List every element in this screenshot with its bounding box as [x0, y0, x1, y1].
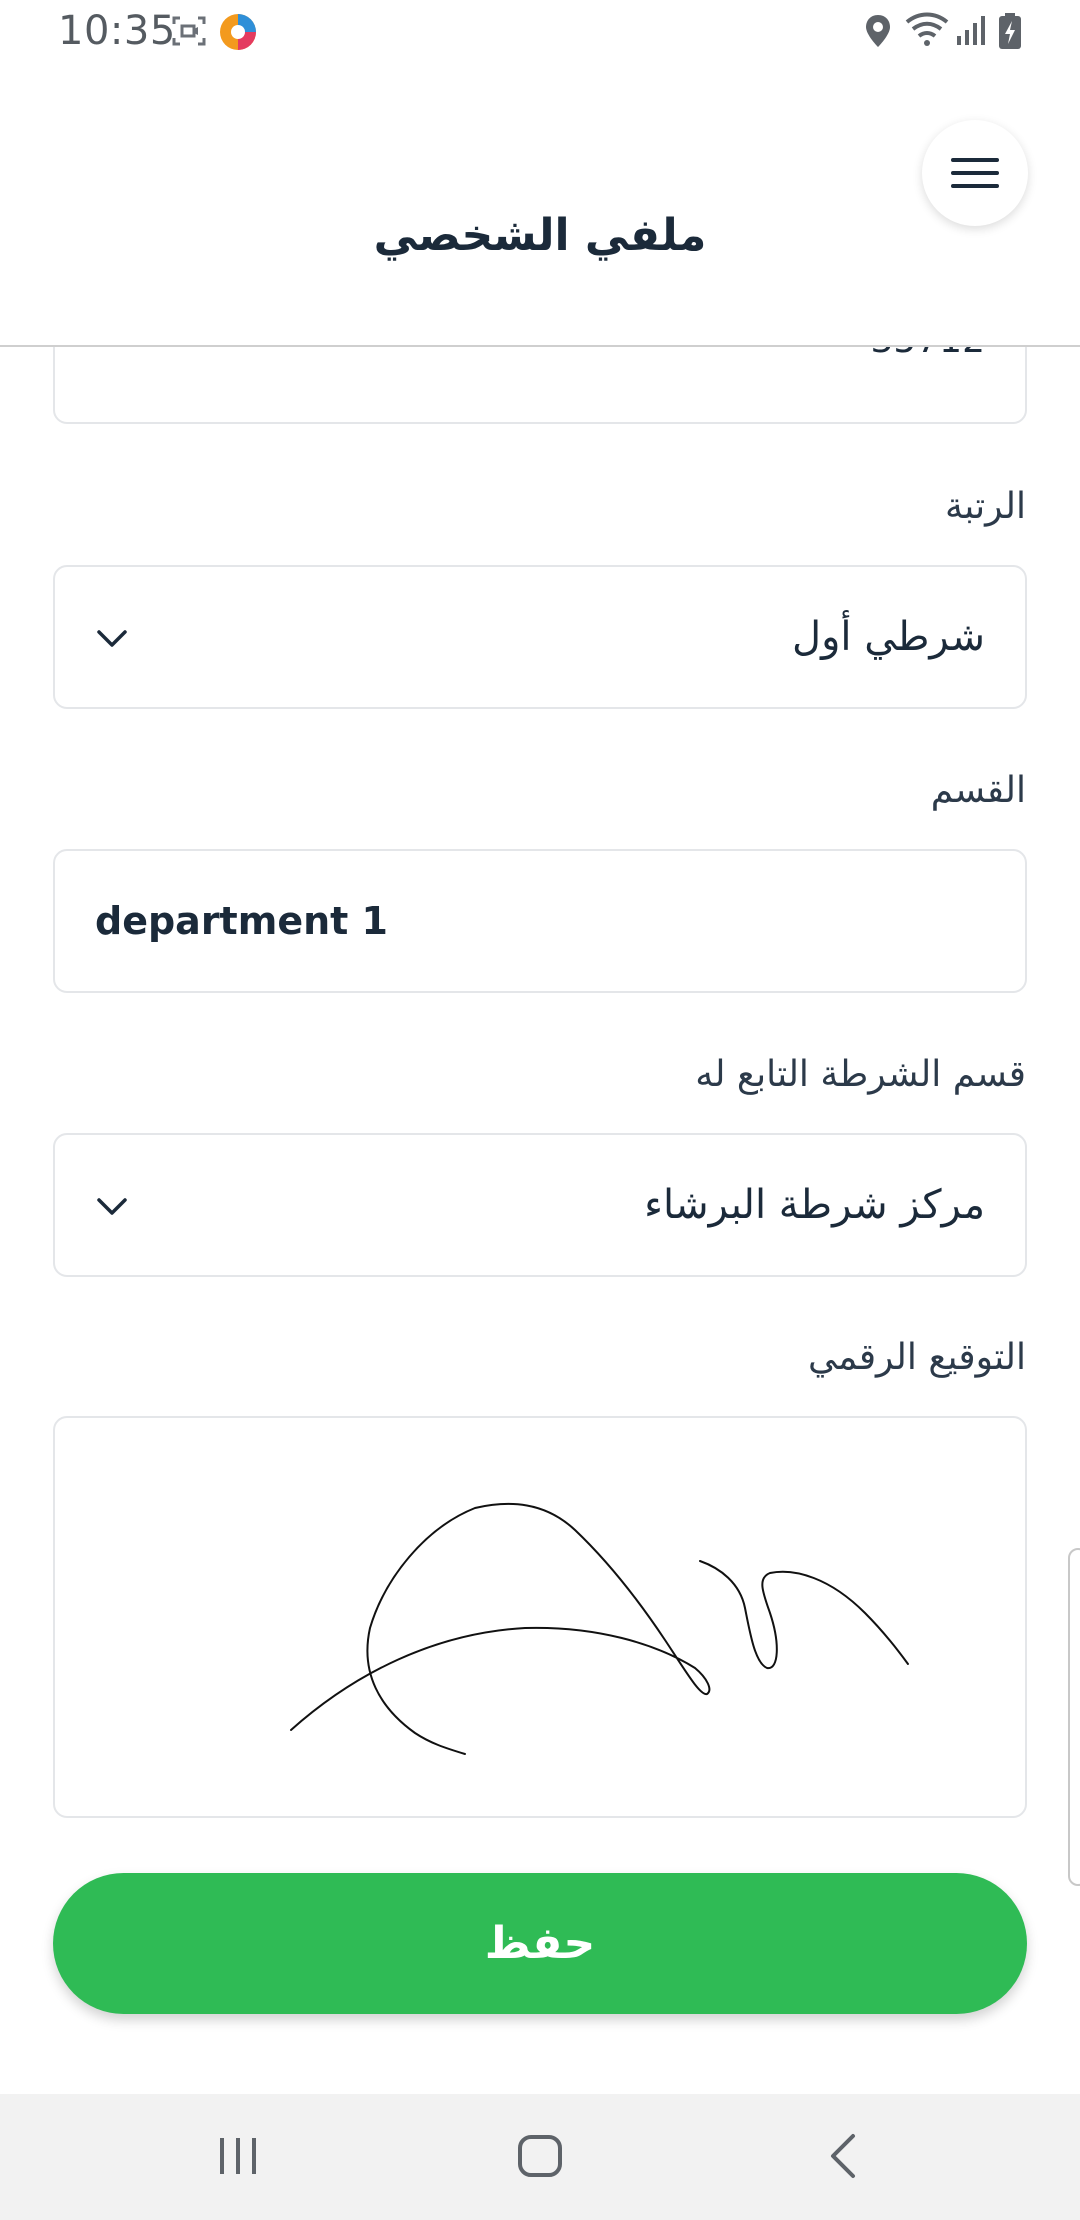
department-value: department 1 — [95, 899, 388, 943]
police-station-select[interactable]: مركز شرطة البرشاء — [53, 1133, 1027, 1277]
police-station-value: مركز شرطة البرشاء — [644, 1182, 985, 1228]
chevron-down-icon — [97, 630, 127, 647]
rank-label: الرتبة — [944, 486, 1026, 527]
page-title: ملفي الشخصي — [373, 210, 707, 261]
home-icon[interactable] — [515, 2124, 565, 2188]
signal-icon — [957, 16, 985, 45]
chevron-down-icon — [97, 1198, 127, 1215]
hamburger-menu-icon — [951, 158, 999, 162]
app-header: ملفي الشخصي — [0, 64, 1080, 347]
app-logo-icon — [220, 14, 256, 50]
wifi-icon — [905, 12, 949, 46]
signature-drawing — [290, 1503, 909, 1755]
hamburger-menu-icon-line — [951, 171, 999, 175]
screen: 10:35 ملفي الشخصي الرتبة شرطي أول القسم … — [0, 0, 1080, 2220]
rank-value: شرطي أول — [792, 614, 985, 660]
rank-select[interactable]: شرطي أول — [53, 565, 1027, 709]
police-station-label: قسم الشرطة التابع له — [695, 1054, 1026, 1095]
department-label: القسم — [930, 770, 1026, 811]
status-bar: 10:35 — [0, 0, 1080, 64]
signature-pad[interactable] — [53, 1416, 1027, 1818]
navigation-bar — [0, 2094, 1080, 2220]
hamburger-menu-icon-line — [951, 184, 999, 188]
save-button[interactable]: حفظ — [53, 1873, 1027, 2014]
scroll-handle[interactable] — [1068, 1548, 1080, 1886]
recents-icon[interactable] — [216, 2124, 260, 2188]
signature-label: التوقيع الرقمي — [808, 1337, 1026, 1378]
status-time: 10:35 — [58, 8, 176, 54]
battery-charging-icon — [999, 13, 1021, 49]
back-icon[interactable] — [823, 2124, 863, 2188]
location-icon — [866, 15, 890, 47]
screenshot-icon — [172, 16, 206, 46]
department-field[interactable]: department 1 — [53, 849, 1027, 993]
